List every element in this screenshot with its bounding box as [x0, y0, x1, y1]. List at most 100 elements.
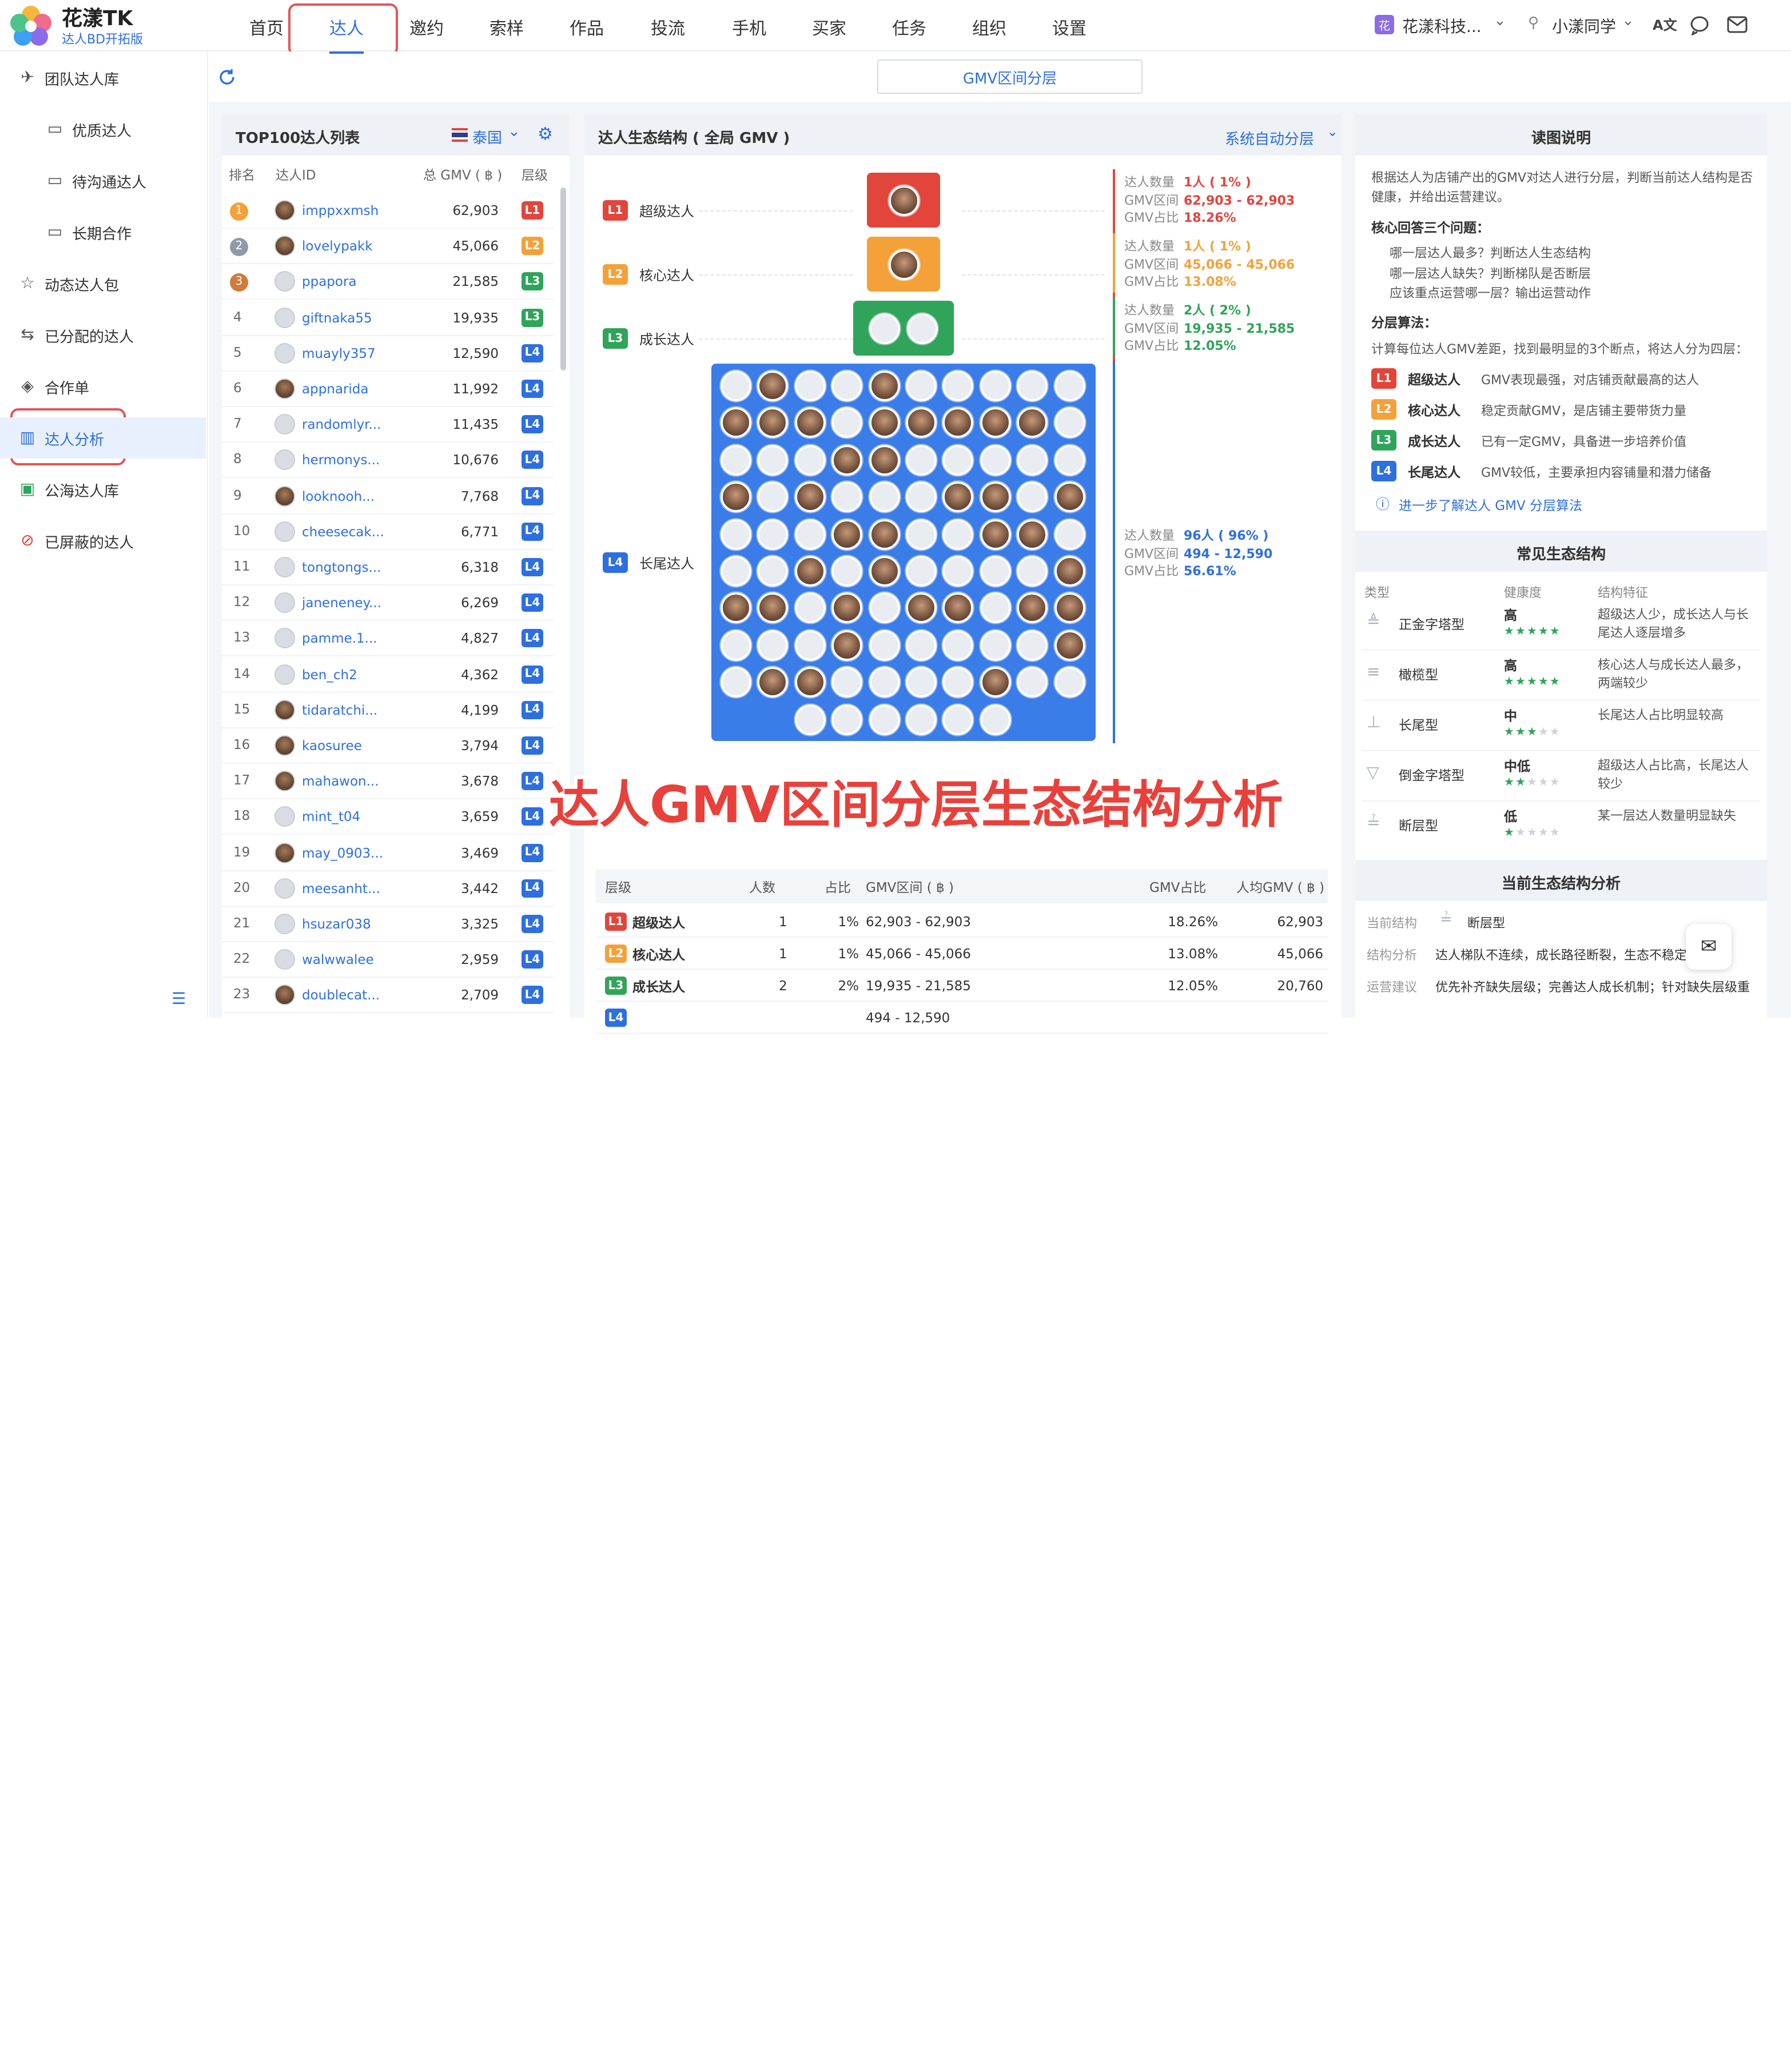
- table-row[interactable]: 9 looknooh... 7,768 L4: [222, 479, 554, 515]
- nav-item-2[interactable]: 邀约: [409, 16, 444, 40]
- talent-id[interactable]: randomlyr...: [302, 416, 381, 432]
- talent-id[interactable]: walwwalee: [302, 951, 374, 967]
- sidebar-item-4[interactable]: ☆ 动态达人包: [0, 263, 206, 304]
- table-row[interactable]: 15 tidaratchi... 4,199 L4: [222, 693, 554, 728]
- talent-id[interactable]: mint_t04: [302, 809, 360, 825]
- count: 1: [779, 914, 787, 930]
- chevron-down-icon[interactable]: ⌄: [1327, 123, 1338, 140]
- talent-gmv: 19,935: [452, 309, 499, 326]
- nav-item-1[interactable]: 达人: [329, 16, 364, 54]
- table-row[interactable]: L2 核心达人 1 1% 45,066 - 45,066 13.08% 45,066: [596, 938, 1328, 970]
- table-row[interactable]: 5 muayly357 12,590 L4: [222, 336, 554, 372]
- pyramid-block-l1[interactable]: [867, 173, 940, 228]
- nav-item-6[interactable]: 手机: [732, 16, 766, 40]
- algo-link[interactable]: 进一步了解达人 GMV 分层算法: [1399, 496, 1582, 515]
- table-row[interactable]: 22 walwwalee 2,959 L4: [222, 942, 554, 978]
- table-row[interactable]: 4 giftnaka55 19,935 L3: [222, 300, 554, 336]
- table-row[interactable]: 8 hermonys... 10,676 L4: [222, 443, 554, 479]
- talent-id[interactable]: muayly357: [302, 345, 376, 361]
- chat-widget-icon[interactable]: ✉: [1686, 924, 1732, 970]
- talent-id[interactable]: meesanht...: [302, 880, 380, 896]
- table-row[interactable]: 12 janeneney... 6,269 L4: [222, 585, 554, 621]
- talent-id[interactable]: hsuzar038: [302, 916, 371, 932]
- rank: 22: [233, 950, 250, 966]
- sidebar-item-0[interactable]: ✈ 团队达人库: [0, 57, 206, 98]
- sidebar-item-7[interactable]: ▥ 达人分析: [0, 417, 206, 459]
- talent-id[interactable]: tongtongs...: [302, 559, 381, 575]
- talent-id[interactable]: hermonys...: [302, 452, 380, 468]
- nav-item-0[interactable]: 首页: [249, 16, 284, 40]
- talent-id[interactable]: doublecat...: [302, 987, 380, 1003]
- nav-item-5[interactable]: 投流: [651, 16, 685, 40]
- translate-icon[interactable]: A文: [1653, 15, 1677, 34]
- nav-item-10[interactable]: 设置: [1052, 16, 1086, 40]
- talent-id[interactable]: mahawon...: [302, 773, 379, 789]
- table-row[interactable]: 14 ben_ch2 4,362 L4: [222, 657, 554, 693]
- talent-id[interactable]: ppapora: [302, 274, 357, 290]
- user-menu[interactable]: 小漾同学: [1552, 15, 1616, 38]
- nav-item-9[interactable]: 组织: [972, 16, 1006, 40]
- table-row[interactable]: 7 randomlyr... 11,435 L4: [222, 407, 554, 443]
- talent-id[interactable]: lovelypakk: [302, 238, 373, 254]
- talent-id[interactable]: janeneney...: [302, 595, 381, 611]
- table-row[interactable]: 21 hsuzar038 3,325 L4: [222, 907, 554, 942]
- talent-id[interactable]: looknooh...: [302, 488, 375, 504]
- chevron-down-icon[interactable]: ⌄: [508, 123, 520, 141]
- talent-id[interactable]: ben_ch2: [302, 666, 357, 682]
- table-row[interactable]: L1 超级达人 1 1% 62,903 - 62,903 18.26% 62,903: [596, 906, 1328, 938]
- layer-mode-select[interactable]: 系统自动分层: [1225, 127, 1314, 149]
- nav-item-3[interactable]: 索样: [489, 16, 524, 40]
- level-badge: L4: [605, 1009, 627, 1027]
- table-row[interactable]: 6 appnarida 11,992 L4: [222, 372, 554, 407]
- refresh-icon[interactable]: [217, 67, 237, 87]
- table-row[interactable]: 18 mint_t04 3,659 L4: [222, 800, 554, 835]
- talent-id[interactable]: imppxxmsh: [302, 202, 379, 218]
- talent-id[interactable]: giftnaka55: [302, 309, 372, 325]
- pyramid-block-l4[interactable]: [711, 364, 1096, 741]
- sidebar-item-5[interactable]: ⇆ 已分配的达人: [0, 314, 206, 356]
- talent-id[interactable]: may_0903...: [302, 844, 383, 860]
- talent-id[interactable]: kaosuree: [302, 738, 362, 754]
- scrollbar[interactable]: [560, 188, 566, 370]
- sidebar-item-3[interactable]: ▭ 长期合作: [0, 212, 206, 253]
- talent-id[interactable]: pamme.1...: [302, 631, 377, 647]
- table-row[interactable]: 2 lovelypakk 45,066 L2: [222, 229, 554, 265]
- chevron-down-icon[interactable]: ⌄: [1622, 13, 1634, 30]
- settings-icon[interactable]: ⚙: [538, 123, 553, 144]
- org-switcher[interactable]: 花漾科技...: [1402, 15, 1482, 38]
- table-row[interactable]: 13 pamme.1... 4,827 L4: [222, 621, 554, 657]
- pyramid-block-l3[interactable]: [853, 301, 954, 356]
- sidebar-item-1[interactable]: ▭ 优质达人: [0, 109, 206, 150]
- chevron-down-icon[interactable]: ⌄: [1494, 13, 1506, 30]
- table-row[interactable]: 11 tongtongs... 6,318 L4: [222, 550, 554, 585]
- table-row[interactable]: 17 mahawon... 3,678 L4: [222, 764, 554, 800]
- table-row[interactable]: 3 ppapora 21,585 L3: [222, 265, 554, 300]
- chat-icon[interactable]: [1689, 15, 1710, 35]
- table-row[interactable]: 1 imppxxmsh 62,903 L1: [222, 193, 554, 229]
- ecology-title: 达人生态结构 ( 全局 GMV ): [598, 130, 790, 148]
- talent-id[interactable]: tidaratchi...: [302, 702, 377, 718]
- nav-item-7[interactable]: 买家: [812, 16, 846, 40]
- avatar: [906, 370, 937, 401]
- sidebar-item-6[interactable]: ◈ 合作单: [0, 366, 206, 407]
- table-row[interactable]: 23 doublecat... 2,709 L4: [222, 978, 554, 1014]
- nav-item-8[interactable]: 任务: [892, 16, 926, 40]
- collapse-sidebar-icon[interactable]: ☰: [172, 990, 186, 1009]
- sidebar-item-9[interactable]: ⊘ 已屏蔽的达人: [0, 520, 206, 561]
- table-row[interactable]: 10 cheesecak... 6,771 L4: [222, 515, 554, 550]
- table-row[interactable]: 20 meesanht... 3,442 L4: [222, 871, 554, 907]
- mail-icon[interactable]: [1727, 16, 1748, 34]
- level-name: 超级达人: [632, 915, 685, 931]
- table-row[interactable]: 19 may_0903... 3,469 L4: [222, 835, 554, 871]
- talent-id[interactable]: cheesecak...: [302, 524, 384, 540]
- nav-item-4[interactable]: 作品: [570, 16, 604, 40]
- talent-id[interactable]: appnarida: [302, 381, 369, 397]
- table-row[interactable]: 16 kaosuree 3,794 L4: [222, 728, 554, 764]
- table-row[interactable]: L3 成长达人 2 2% 19,935 - 21,585 12.05% 20,760: [596, 970, 1328, 1002]
- sidebar-item-2[interactable]: ▭ 待沟通达人: [0, 160, 206, 201]
- pyramid-block-l2[interactable]: [867, 237, 940, 292]
- tab-gmv-layers[interactable]: GMV区间分层: [877, 59, 1143, 94]
- table-row[interactable]: L4 494 - 12,590: [596, 1002, 1328, 1034]
- region-select[interactable]: 泰国: [472, 126, 502, 148]
- sidebar-item-8[interactable]: ▣ 公海达人库: [0, 469, 206, 510]
